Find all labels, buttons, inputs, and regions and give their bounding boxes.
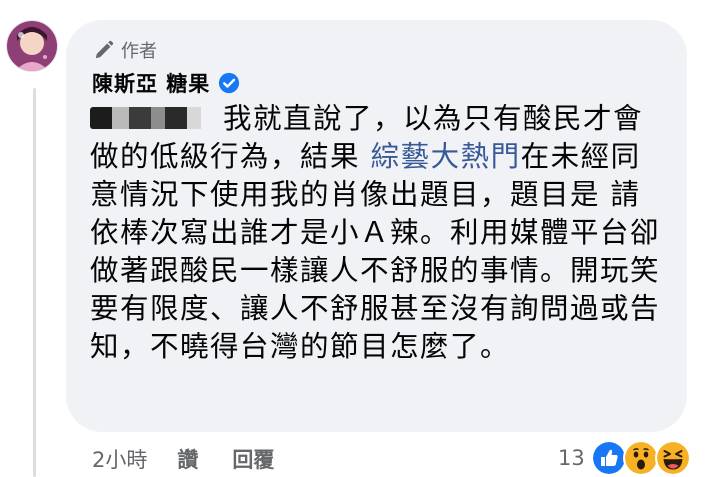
thread-line [33,88,36,477]
author-name-row: 陳斯亞 糖果 [92,69,240,97]
reaction-count: 13 [558,446,585,470]
comment-actions: 2小時 讚 回覆 [92,444,308,474]
reply-button[interactable]: 回覆 [232,444,274,474]
verified-badge-icon [219,72,240,94]
like-button[interactable]: 讚 [177,444,198,474]
avatar[interactable] [6,20,58,72]
mentioned-page-link[interactable]: 綜藝大熱門 [371,140,521,173]
author-name[interactable]: 陳斯亞 糖果 [92,68,210,98]
reaction-icons [590,440,691,476]
avatar-image [7,21,57,71]
author-badge-label: 作者 [121,41,157,62]
wow-icon [622,440,659,476]
comment-text-part2: 在未經同意情況下使用我的肖像出題目，題目是 請依棒次寫出誰才是小Ａ辣。利用媒體平… [90,140,661,363]
comment-text: 我就直說了，以為只有酸民才會做的低級行為，結果 綜藝大熱門在未經同意情況下使用我… [90,100,670,366]
pencil-icon [95,40,114,59]
author-badge: 作者 [93,38,157,62]
redacted-mention [90,102,201,135]
like-icon [590,440,627,476]
reactions-summary[interactable]: 13 [558,440,691,476]
comment-bubble: 作者 陳斯亞 糖果 我就直說了，以為只有酸民才會做的低級行為，結果 綜藝大熱門在… [66,20,687,432]
haha-icon [654,440,691,476]
timestamp[interactable]: 2小時 [92,444,147,474]
